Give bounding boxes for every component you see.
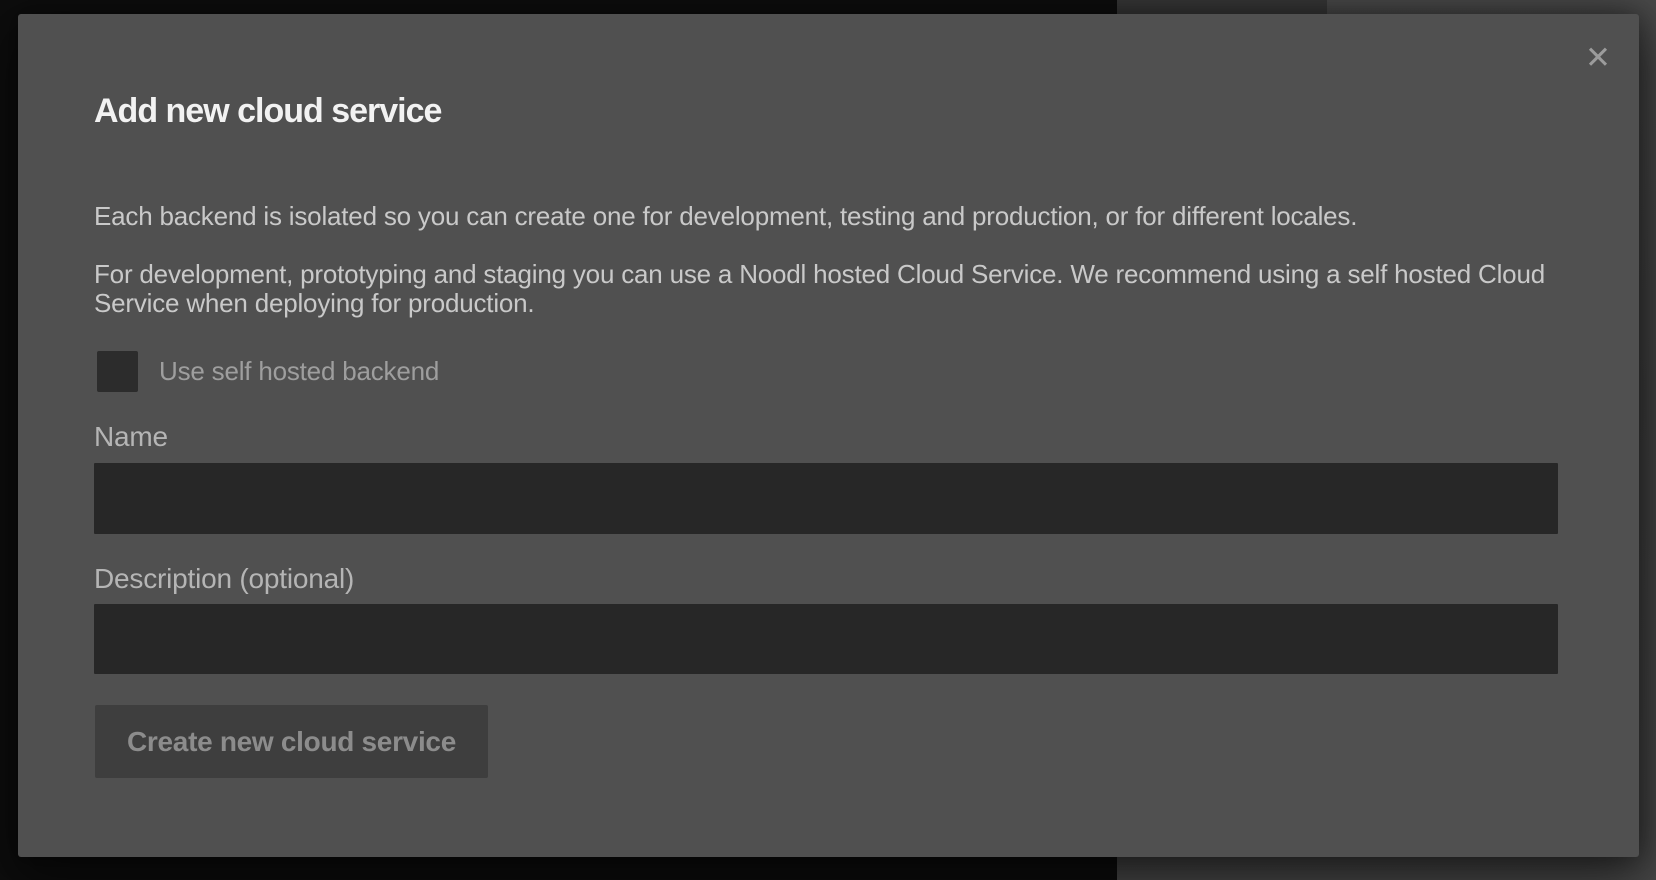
hosting-paragraph: For development, prototyping and staging… — [94, 260, 1545, 318]
self-hosted-checkbox[interactable] — [97, 351, 138, 392]
description-input[interactable] — [94, 604, 1558, 674]
underlying-window-topband — [1117, 0, 1327, 14]
dialog-title: Add new cloud service — [94, 92, 441, 131]
close-icon: ✕ — [1585, 42, 1611, 73]
close-button[interactable]: ✕ — [1574, 33, 1622, 81]
self-hosted-checkbox-label: Use self hosted backend — [159, 356, 439, 387]
self-hosted-checkbox-row: Use self hosted backend — [97, 351, 439, 392]
create-cloud-service-button[interactable]: Create new cloud service — [95, 705, 488, 778]
intro-paragraph: Each backend is isolated so you can crea… — [94, 202, 1357, 231]
add-cloud-service-dialog: ✕ Add new cloud service Each backend is … — [18, 14, 1639, 857]
description-label: Description (optional) — [94, 563, 354, 595]
name-input[interactable] — [94, 463, 1558, 534]
name-label: Name — [94, 421, 168, 453]
